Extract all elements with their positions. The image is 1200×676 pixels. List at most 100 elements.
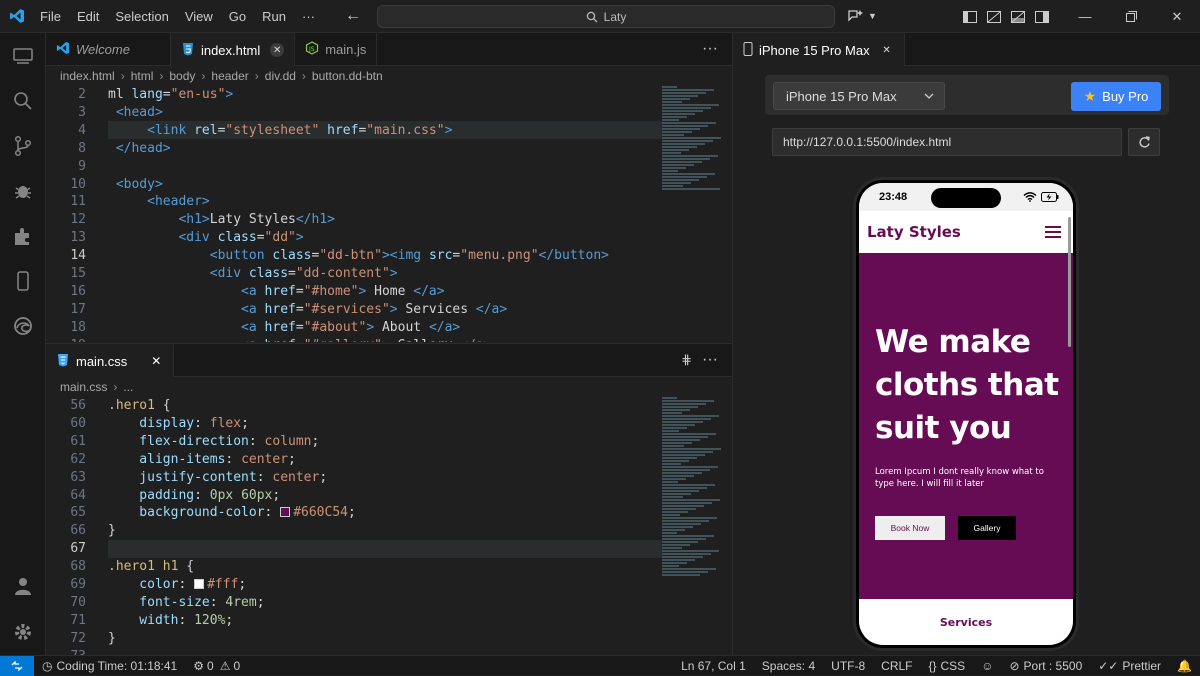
url-input[interactable]: http://127.0.0.1:5500/index.html — [772, 128, 1122, 156]
line-number: 71 — [70, 612, 86, 628]
error-icon: ⚙ — [193, 658, 204, 673]
minimap-line — [662, 149, 689, 151]
cursor-position[interactable]: Ln 67, Col 1 — [681, 659, 746, 673]
device-preview-icon[interactable] — [0, 258, 46, 303]
coding-time[interactable]: ◷ Coding Time: 01:18:41 — [42, 659, 177, 673]
line-number: 18 — [70, 319, 86, 335]
minimap-line — [662, 128, 700, 130]
toggle-panel-icon[interactable] — [982, 0, 1006, 33]
minimap-line — [662, 122, 716, 124]
edge-devtools-icon[interactable] — [0, 303, 46, 348]
prettier-status[interactable]: ✓✓ Prettier — [1098, 659, 1161, 673]
code-line: } — [108, 630, 116, 646]
phone-screen[interactable]: 23:48 Laty Styles We make cloths that su… — [859, 183, 1073, 645]
svg-text:JS: JS — [308, 46, 315, 53]
minimize-button[interactable]: — — [1062, 0, 1108, 33]
minimap-line — [662, 517, 717, 519]
breadcrumb-item[interactable]: index.html — [60, 69, 115, 83]
breadcrumb-item[interactable]: header — [211, 69, 248, 83]
minimap-line — [662, 457, 697, 459]
command-center-search[interactable]: Laty — [377, 5, 835, 28]
split-editor-icon[interactable]: ⋕ — [681, 352, 692, 368]
status-bar: ◷ Coding Time: 01:18:41 ⚙ 0 ⚠ 0 Ln 67, Col … — [0, 655, 1200, 676]
gallery-button[interactable]: Gallery — [958, 516, 1016, 540]
minimap-line — [662, 397, 677, 399]
copilot-icon[interactable]: ▼ — [846, 7, 877, 25]
minimap-line — [662, 412, 682, 414]
vscode-logo-icon — [2, 0, 32, 33]
customize-layout-icon[interactable] — [1030, 0, 1054, 33]
encoding[interactable]: UTF-8 — [831, 659, 865, 673]
menu-item[interactable]: File — [40, 9, 61, 24]
buy-pro-button[interactable]: ★ Buy Pro — [1071, 82, 1161, 111]
reload-button[interactable] — [1128, 128, 1160, 156]
minimap[interactable] — [662, 397, 722, 577]
copilot-status-icon[interactable]: ☺ — [981, 659, 993, 673]
language-mode[interactable]: {} CSS — [929, 659, 966, 673]
more-actions-icon[interactable]: ··· — [702, 351, 718, 369]
source-control-icon[interactable] — [0, 123, 46, 168]
minimap[interactable] — [662, 86, 722, 191]
minimap-line — [662, 568, 716, 570]
menu-item[interactable]: Go — [229, 9, 246, 24]
book-now-button[interactable]: Book Now — [875, 516, 945, 540]
remote-explorer-icon[interactable] — [0, 33, 46, 78]
breadcrumb-item[interactable]: div.dd — [265, 69, 296, 83]
close-tab-icon[interactable]: ✕ — [880, 43, 894, 57]
tab-index-html[interactable]: index.html ✕ — [170, 33, 296, 66]
star-icon: ★ — [1083, 88, 1097, 104]
more-actions-icon[interactable]: ··· — [702, 40, 718, 58]
close-tab-icon[interactable]: ✕ — [149, 354, 163, 368]
remote-indicator-icon[interactable] — [0, 655, 34, 676]
toggle-primary-sidebar-icon[interactable] — [958, 0, 982, 33]
extensions-icon[interactable] — [0, 213, 46, 258]
minimap-line — [662, 137, 721, 139]
notifications-bell-icon[interactable]: 🔔 — [1177, 659, 1192, 673]
run-debug-icon[interactable] — [0, 168, 46, 213]
hamburger-menu-icon[interactable] — [1045, 223, 1061, 241]
menu-item[interactable]: ··· — [302, 9, 315, 24]
toggle-secondary-sidebar-icon[interactable] — [1006, 0, 1030, 33]
line-number: 68 — [70, 559, 86, 575]
menu-item[interactable]: View — [185, 9, 213, 24]
close-tab-icon[interactable]: ✕ — [270, 43, 285, 57]
breadcrumb-item[interactable]: button.dd-btn — [312, 69, 383, 83]
search-icon[interactable] — [0, 78, 46, 123]
buy-pro-label: Buy Pro — [1102, 89, 1149, 104]
code-editor-main-css[interactable]: 56 .hero1 {60 display: flex; 61 flex-direc… — [46, 397, 732, 655]
line-number: 17 — [70, 301, 86, 317]
device-toolbar: iPhone 15 Pro Max ★ Buy Pro — [765, 75, 1169, 115]
breadcrumb-item[interactable]: html — [131, 69, 154, 83]
tab-main-js[interactable]: JS main.js — [295, 33, 378, 66]
breadcrumb-item[interactable]: body — [169, 69, 195, 83]
menu-item[interactable]: Edit — [77, 9, 99, 24]
code-editor-index-html[interactable]: 2 ml lang="en-us"> 3 <head> 4 <link rel="st… — [46, 86, 732, 342]
color-swatch[interactable] — [194, 579, 205, 589]
menu-item[interactable]: Selection — [115, 9, 168, 24]
breadcrumb-item[interactable]: main.css — [60, 380, 107, 394]
problems-indicator[interactable]: ⚙ 0 ⚠ 0 — [193, 659, 240, 673]
color-swatch[interactable] — [280, 507, 291, 518]
device-select[interactable]: iPhone 15 Pro Max — [773, 82, 945, 110]
back-arrow-icon[interactable]: ← — [345, 7, 361, 25]
accounts-icon[interactable] — [0, 563, 46, 608]
minimap-line — [662, 466, 718, 468]
settings-gear-icon[interactable] — [0, 609, 46, 654]
tab-device-preview[interactable]: iPhone 15 Pro Max ✕ — [733, 33, 905, 66]
tab-main-css[interactable]: main.css ✕ — [46, 344, 175, 377]
phone-scrollbar[interactable] — [1068, 217, 1071, 347]
restore-button[interactable] — [1108, 0, 1154, 33]
menu-item[interactable]: Run — [262, 9, 286, 24]
line-number: 70 — [70, 594, 86, 610]
dynamic-island — [931, 188, 1001, 208]
minimap-line — [662, 430, 679, 432]
close-window-button[interactable]: ✕ — [1154, 0, 1200, 33]
live-server-port[interactable]: ⊘ Port : 5500 — [1009, 659, 1082, 673]
end-of-line[interactable]: CRLF — [881, 659, 912, 673]
indentation[interactable]: Spaces: 4 — [762, 659, 815, 673]
line-number: 3 — [78, 104, 86, 120]
tab-welcome[interactable]: Welcome — [46, 33, 171, 66]
editor-tabs: main.css ✕ ⋕ ··· — [46, 344, 732, 377]
menu-bar: File Edit Selection View Go Run ··· — [32, 9, 323, 24]
breadcrumb-item[interactable]: ... — [123, 380, 133, 394]
